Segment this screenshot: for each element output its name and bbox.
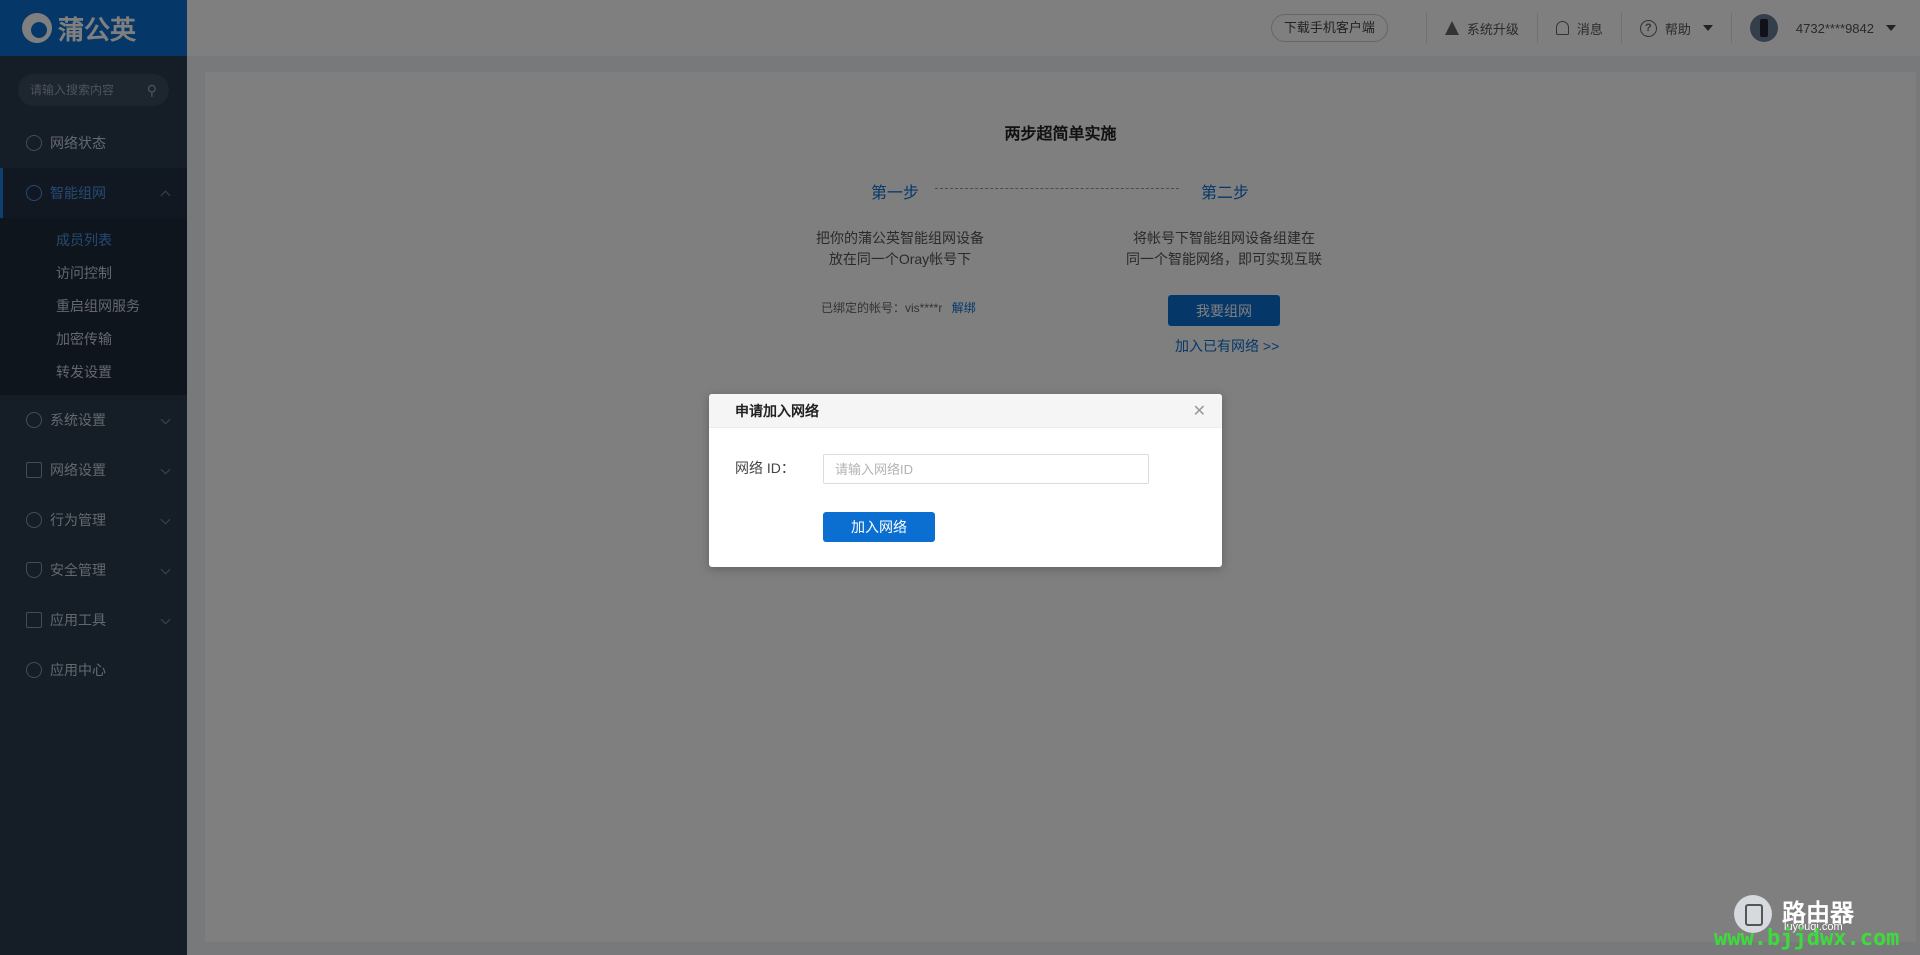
close-icon[interactable]: ✕ [1193,401,1206,421]
network-id-input[interactable] [823,454,1149,484]
watermark: 路由器 luyouqi.com www.bjjdwx.com [1714,891,1914,951]
join-network-button[interactable]: 加入网络 [823,512,935,542]
dialog-header: 申请加入网络 ✕ [709,394,1222,428]
join-network-dialog: 申请加入网络 ✕ 网络 ID： 加入网络 [709,394,1222,567]
network-id-label: 网络 ID： [735,460,795,476]
watermark-url: www.bjjdwx.com [1714,926,1900,951]
dialog-title: 申请加入网络 [735,402,819,419]
